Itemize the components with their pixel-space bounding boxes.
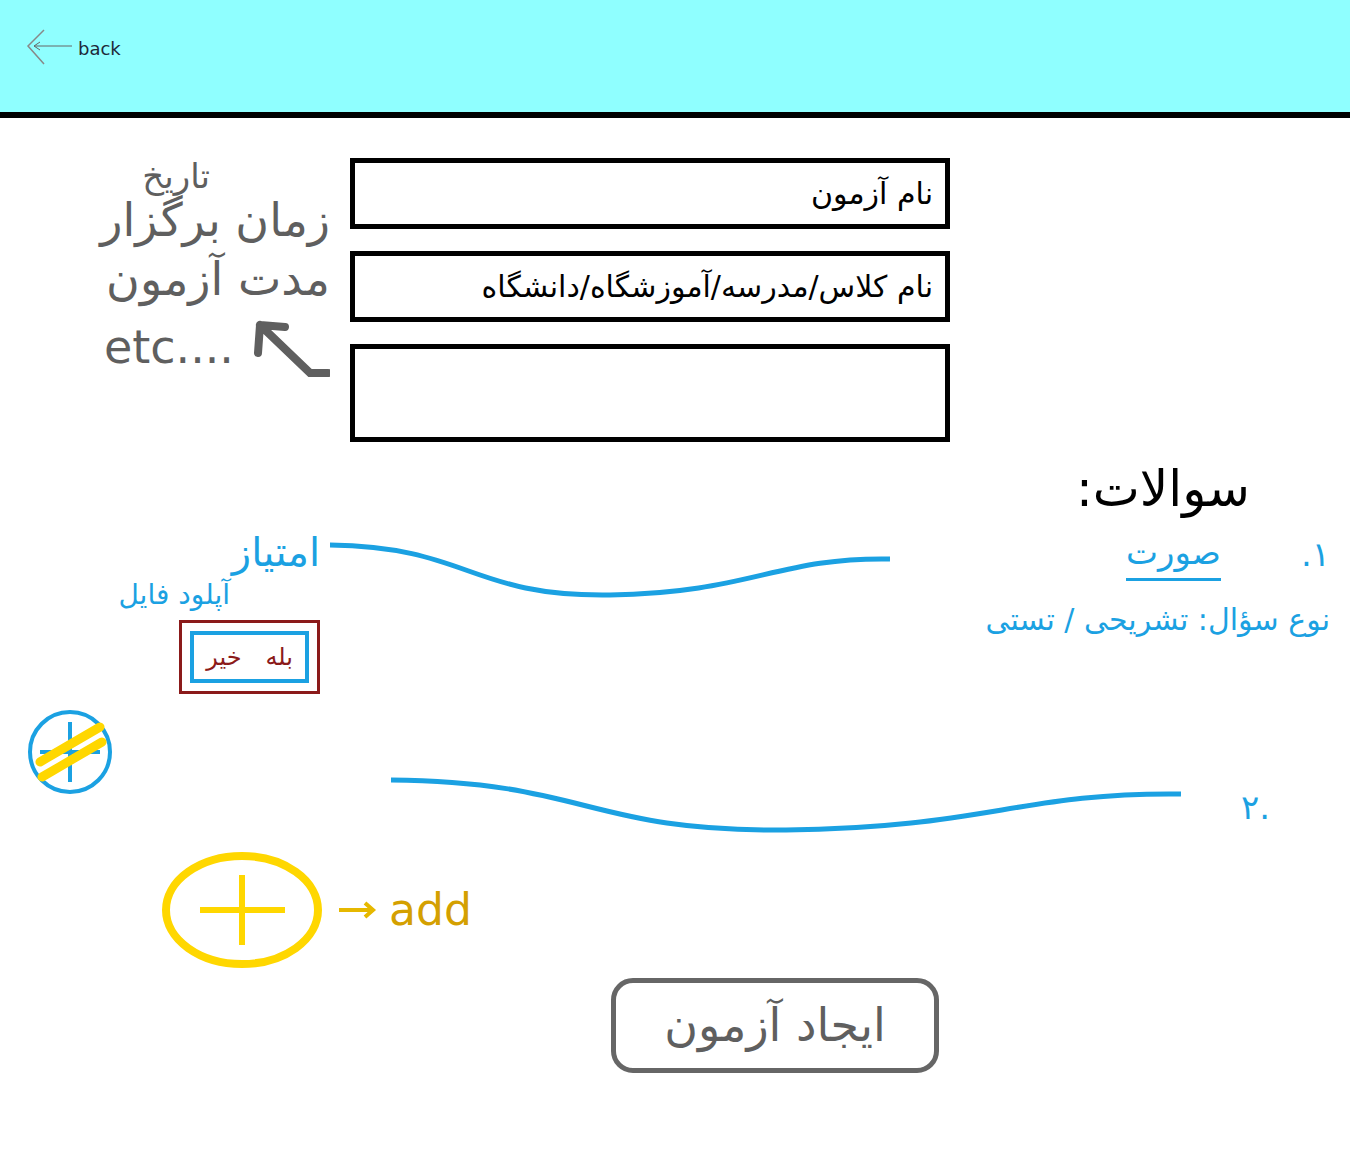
top-bar: back xyxy=(0,0,1350,118)
back-button[interactable]: back xyxy=(24,28,121,68)
side-note-line: تاریخ xyxy=(142,158,330,195)
option[interactable]: بله xyxy=(266,639,294,675)
side-note-line: زمان برگزار xyxy=(100,195,330,246)
option[interactable]: خیر xyxy=(206,639,241,675)
question-type[interactable]: نوع سؤال: تشریحی / تستی xyxy=(986,597,1330,642)
back-label: back xyxy=(78,35,121,62)
crossed-plus-icon xyxy=(20,702,120,802)
pointer-arrow-icon xyxy=(250,313,330,383)
options-box: بله خیر xyxy=(179,620,320,694)
questions-title: سوالات: xyxy=(1076,452,1250,527)
score-label: امتیاز xyxy=(232,527,320,577)
add-question-row: add xyxy=(0,850,1350,970)
text-field[interactable]: نام کلاس/مدرسه/آموزشگاه/دانشگاه xyxy=(350,251,950,322)
text-field[interactable]: نام آزمون xyxy=(350,158,950,229)
field-label: نام کلاس/مدرسه/آموزشگاه/دانشگاه xyxy=(482,264,933,309)
add-plus-icon[interactable] xyxy=(160,850,325,970)
side-note-line: etc.... xyxy=(104,322,234,373)
question-number: ۱. xyxy=(1301,529,1330,580)
text-field[interactable] xyxy=(350,344,950,442)
question-2: ۲. xyxy=(0,772,1350,842)
question-header: ۱. صورت xyxy=(1126,527,1330,581)
side-note-line: مدت آزمون xyxy=(106,254,330,305)
field-list: نام آزمون نام کلاس/مدرسه/آموزشگاه/دانشگاه xyxy=(350,158,950,442)
create-exam-button[interactable]: ایجاد آزمون xyxy=(611,978,939,1073)
question-text[interactable]: صورت xyxy=(1126,527,1221,581)
question-line-wrap xyxy=(330,527,890,607)
page: back تاریخزمان برگزار مدت آزمون etc.... نام … xyxy=(0,0,1350,1160)
submit-row: ایجاد آزمون xyxy=(0,978,1350,1073)
back-arrow-icon xyxy=(24,28,74,68)
add-question-label[interactable]: add xyxy=(389,877,472,943)
question-1: امتیازآپلود فایل بله خیر ۱. صورت نوع سؤال: تش… xyxy=(0,527,1350,802)
options-inner: بله خیر xyxy=(190,631,309,683)
right-arrow-icon xyxy=(337,898,377,922)
question-controls: امتیازآپلود فایل بله خیر xyxy=(0,527,330,802)
answer-line xyxy=(330,537,890,607)
field-label: نام آزمون xyxy=(811,171,933,216)
question-body: ۱. صورت نوع سؤال: تشریحی / تستی xyxy=(890,527,1350,642)
question-line xyxy=(391,772,1181,842)
exam-info: تاریخزمان برگزار مدت آزمون etc.... نام آزمو… xyxy=(0,118,1350,442)
questions-title-row: سوالات: xyxy=(0,452,1350,527)
side-note: تاریخزمان برگزار مدت آزمون etc.... xyxy=(0,158,350,383)
side-note-etc: etc.... xyxy=(104,313,330,383)
upload-label[interactable]: آپلود فایل xyxy=(118,577,320,612)
question-number: ۲. xyxy=(1241,782,1270,833)
